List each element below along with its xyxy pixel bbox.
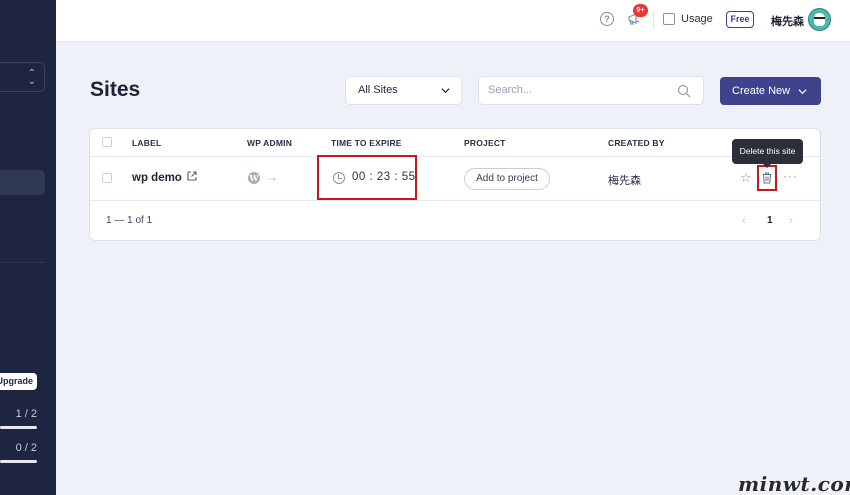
workspace-select[interactable]: ⌃ ⌄ (0, 62, 45, 92)
search-placeholder: Search... (488, 84, 533, 96)
delete-tooltip: Delete this site (732, 139, 803, 168)
usage-count-2: 0 / 2 (15, 442, 37, 454)
table-header: LABEL WP ADMIN TIME TO EXPIRE PROJECT CR… (90, 129, 820, 157)
sidebar-item-active[interactable] (0, 170, 45, 195)
page-title: Sites (90, 78, 141, 101)
plan-badge[interactable]: Free (726, 11, 754, 28)
add-to-project-button[interactable]: Add to project (464, 168, 550, 190)
notification-badge: 9+ (633, 4, 648, 17)
filter-selected-value: All Sites (358, 84, 398, 96)
search-input[interactable]: Search... (478, 76, 704, 105)
search-icon (677, 84, 691, 98)
usage-bar-1 (0, 426, 37, 429)
watermark: minwt.com (738, 472, 850, 495)
avatar-glasses (814, 17, 825, 20)
upgrade-button[interactable]: Upgrade (0, 373, 37, 390)
site-label[interactable]: wp demo (132, 172, 182, 184)
chevron-down-icon (441, 88, 450, 94)
time-to-expire: 00 : 23 : 55 (352, 171, 416, 183)
user-name[interactable]: 梅先森 (771, 13, 804, 29)
avatar[interactable] (808, 8, 831, 31)
usage-count-1: 1 / 2 (15, 408, 37, 420)
column-header-created-by[interactable]: CREATED BY (608, 138, 665, 148)
top-bar: ? 9+ Usage Free 梅先森 (56, 0, 850, 42)
create-new-label: Create New (732, 85, 791, 97)
chevron-updown-icon: ⌃ ⌄ (27, 68, 36, 87)
sites-table: LABEL WP ADMIN TIME TO EXPIRE PROJECT CR… (89, 128, 821, 241)
sidebar-divider (0, 262, 44, 263)
create-new-button[interactable]: Create New (720, 77, 821, 105)
sites-filter-select[interactable]: All Sites (345, 76, 462, 105)
pagination-summary: 1 — 1 of 1 (106, 215, 153, 226)
arrow-right-icon[interactable]: → (266, 170, 278, 184)
usage-link[interactable]: Usage (681, 13, 713, 25)
trash-icon[interactable] (762, 172, 772, 184)
current-page[interactable]: 1 (767, 215, 773, 226)
external-link-icon[interactable] (187, 171, 197, 181)
star-icon[interactable]: ☆ (740, 170, 752, 186)
column-header-label[interactable]: LABEL (132, 138, 161, 148)
more-options-icon[interactable]: ··· (783, 169, 798, 183)
select-all-checkbox[interactable] (102, 137, 112, 147)
wordpress-icon[interactable]: W (248, 172, 260, 184)
column-header-time-to-expire[interactable]: TIME TO EXPIRE (331, 138, 402, 148)
created-by: 梅先森 (608, 175, 641, 187)
usage-bar-2 (0, 460, 37, 463)
question-circle-icon[interactable]: ? (600, 12, 614, 26)
chart-icon (663, 13, 675, 25)
column-header-project: PROJECT (464, 138, 506, 148)
chevron-right-icon[interactable]: › (789, 213, 793, 227)
highlight-box-delete (757, 165, 777, 191)
column-header-wp-admin: WP ADMIN (247, 138, 293, 148)
topbar-divider (653, 10, 654, 30)
table-row[interactable]: wp demo W → 00 : 23 : 55 Add to project … (90, 155, 820, 201)
sidebar: ⌃ ⌄ Upgrade 1 / 2 0 / 2 (0, 0, 56, 495)
clock-icon (333, 172, 345, 184)
chevron-left-icon[interactable]: ‹ (742, 213, 746, 227)
chevron-down-icon (798, 89, 807, 95)
row-checkbox[interactable] (102, 173, 112, 183)
